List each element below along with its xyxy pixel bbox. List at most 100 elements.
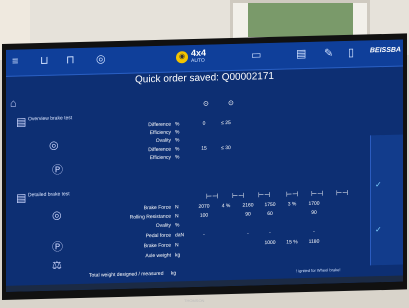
detailed-cell-label: Axle weight — [145, 252, 171, 260]
brake-disc-icon: ◎ — [52, 209, 62, 222]
monitor-brand: THOMSON — [184, 298, 205, 303]
window-glass — [248, 3, 353, 37]
detailed-cell-c: 90 — [245, 211, 251, 218]
detailed-cell-f: 90 — [311, 209, 317, 216]
detailed-cell-e: 3 % — [287, 201, 297, 208]
4x4-icon: ◉ — [176, 50, 188, 63]
brake-disc-icon: ◎ — [49, 139, 59, 152]
detailed-cell-a: 100 — [199, 212, 209, 219]
weight-icon: ⚖ — [52, 259, 62, 272]
detailed-cell-label: Pedal force — [145, 232, 171, 240]
detailed-cell-label: Brake Force — [143, 242, 171, 250]
list-icon: ▤ — [16, 192, 27, 205]
overview-cell-unit: % — [175, 121, 180, 128]
detailed-cell-c: - — [247, 230, 249, 237]
detailed-cell-d: 60 — [267, 210, 273, 218]
lift-icon[interactable]: ⊓ — [66, 54, 75, 66]
overview-cell-v2: ≤ 30 — [221, 145, 231, 152]
side-panel: ✓ ✓ — [370, 134, 403, 266]
detailed-cell-f — [303, 222, 325, 223]
overview-cell-v1: 0 — [202, 120, 206, 127]
detailed-cell-e — [281, 232, 303, 233]
detailed-cell-unit: N — [175, 213, 179, 220]
home-icon[interactable]: ⌂ — [10, 98, 17, 110]
brand-logo: BEISSBA — [369, 46, 401, 55]
detailed-cell-b — [215, 224, 237, 225]
detailed-cell-c — [237, 243, 259, 244]
detailed-cell-b — [215, 254, 237, 255]
detailed-cell-d: - — [269, 229, 271, 237]
monitor: ≡ ⊔ ⊓ ◎ ◉ 4x4 AUTO ▭ ▤ ✎ ▯ BEISSBA Quick… — [2, 33, 407, 300]
detailed-cell-f: 1180 — [308, 238, 320, 245]
detailed-cell-a: - — [203, 231, 205, 238]
overview-cell-unit: % — [175, 129, 180, 136]
axle-icon: ⊢⊣ — [311, 190, 324, 198]
menu-icon[interactable]: ≡ — [12, 56, 18, 68]
detailed-cell-a: 2070 — [198, 203, 210, 210]
section-title-overview: Overview brake test — [28, 115, 73, 123]
overview-cell-unit: % — [175, 146, 180, 153]
gauge-icon: ⊙ — [228, 99, 234, 108]
printer-icon[interactable]: ▭ — [251, 49, 261, 61]
detailed-cell-e: 15 % — [286, 239, 298, 246]
footer-note: ! ignited for Wheel brake! — [296, 267, 341, 274]
axle-icon: ⊢⊣ — [286, 191, 299, 199]
check-icon: ✓ — [375, 225, 382, 235]
detailed-cell-b: 4 % — [221, 203, 231, 210]
mode-main-label: 4x4 — [191, 47, 207, 59]
detailed-cell-d — [259, 253, 281, 254]
detailed-cell-unit: % — [175, 222, 180, 229]
gauge-icon: ⊙ — [203, 100, 209, 108]
overview-cell-v2: ≤ 25 — [221, 120, 231, 127]
detailed-cell-d: 1000 — [264, 239, 276, 247]
overview-cell-label: Efficiency — [149, 154, 171, 162]
edit-icon[interactable]: ✎ — [324, 47, 333, 59]
wheel-brake-icon[interactable]: ◎ — [96, 53, 106, 65]
parking-brake-icon: Ⓟ — [52, 241, 63, 254]
detailed-cell-unit: N — [175, 242, 179, 249]
detailed-cell-c — [237, 223, 259, 224]
detailed-cell-d: 1750 — [264, 201, 276, 209]
lift-icon[interactable]: ⊔ — [40, 55, 49, 67]
detailed-cell-e — [281, 252, 303, 253]
detailed-cell-a — [193, 254, 215, 255]
detailed-cell-f — [303, 252, 325, 253]
check-icon: ✓ — [375, 180, 382, 190]
detailed-cell-b — [215, 215, 237, 216]
overview-cell-v1 — [193, 131, 215, 132]
detailed-cell-c: 2160 — [242, 202, 254, 209]
axle-icon: ⊢⊣ — [206, 193, 219, 201]
detailed-cell-e — [281, 213, 303, 214]
axle-icon: ⊢⊣ — [232, 192, 245, 200]
overview-cell-unit: % — [175, 137, 180, 144]
axle-icon: ⊢⊣ — [258, 191, 271, 200]
detailed-cell-a — [193, 224, 215, 225]
mode-4x4-button[interactable]: ◉ 4x4 AUTO — [176, 47, 207, 65]
overview-cell-v2 — [215, 156, 237, 157]
detailed-cell-b — [215, 244, 237, 245]
overview-cell-v2 — [215, 131, 237, 132]
detailed-cell-d — [259, 223, 281, 224]
parking-brake-icon: Ⓟ — [52, 164, 63, 177]
total-weight-label: Total weight designed / measured kg — [89, 270, 177, 279]
report-icon[interactable]: ▤ — [296, 48, 306, 60]
section-title-detailed: Detailed brake test — [28, 191, 70, 199]
overview-cell-v2 — [215, 139, 237, 140]
detailed-cell-f: 1700 — [308, 200, 320, 207]
detailed-cell-a — [193, 244, 215, 245]
detailed-cell-unit: kg — [175, 252, 181, 259]
detailed-cell-b — [215, 234, 237, 235]
overview-cell-v1: 15 — [201, 145, 207, 152]
detailed-cell-e — [281, 222, 303, 223]
overview-cell-v1 — [193, 139, 215, 140]
taskbar — [6, 275, 403, 292]
mode-sub-label: AUTO — [191, 57, 205, 65]
detailed-cell-unit: daN — [175, 232, 185, 239]
detailed-cell-c — [237, 253, 259, 254]
overview-cell-v1 — [193, 156, 215, 157]
phone-icon[interactable]: ▯ — [348, 47, 354, 59]
detailed-cell-label: Ovality — [155, 222, 171, 229]
detailed-cell-unit: N — [175, 204, 179, 211]
axle-icon: ⊢⊣ — [336, 189, 349, 198]
detailed-cell-f: - — [313, 228, 315, 235]
